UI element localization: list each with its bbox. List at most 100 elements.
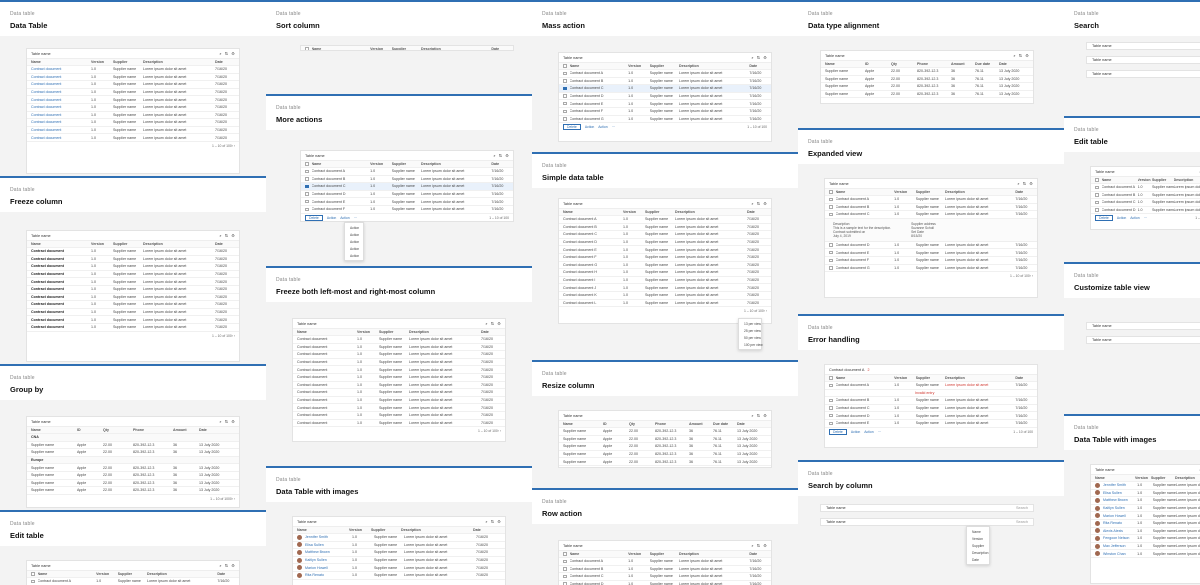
table-row[interactable]: Contract document E 1.0 Supplier name Lorem…	[301, 198, 513, 206]
table-row[interactable]: Contract document C 1.0 Supplier name Lorem…	[825, 405, 1037, 413]
pagination[interactable]: 1 – 10 of 100 ‹ ›	[293, 427, 505, 435]
row-checkbox[interactable]	[829, 205, 833, 209]
row-checkbox[interactable]	[1095, 185, 1099, 190]
search-icon[interactable]: ⌕	[219, 563, 221, 568]
table-row[interactable]: Contract document 1.0 Supplier name Lorem i…	[293, 374, 505, 382]
table-row[interactable]: Contract document C 1.0 Supplier name Lorem…	[559, 85, 771, 93]
row-checkbox[interactable]	[305, 169, 309, 174]
search-icon[interactable]: ⌕	[485, 321, 487, 326]
table-row[interactable]: Contract document 1.0 Supplier name Lorem i…	[27, 271, 239, 279]
column-option[interactable]: Description	[967, 549, 989, 556]
search-icon[interactable]: ⌕	[219, 233, 221, 238]
settings-icon[interactable]: ⚙	[231, 233, 235, 238]
table-row[interactable]: Contract document E 1.0 Supplier name Lorem…	[559, 246, 771, 254]
filter-icon[interactable]: ⇅	[757, 413, 761, 418]
search-bar[interactable]: Table name Search	[820, 518, 1034, 526]
menu-item[interactable]: Action	[345, 245, 363, 252]
table-row[interactable]: Contract document K 1.0 Supplier name Lorem…	[559, 292, 771, 300]
search-bar[interactable]: Table name	[1086, 56, 1200, 64]
table-row[interactable]: Supplier name Apple 22.00 820-392-12.3 36 13 …	[27, 472, 239, 480]
table-row[interactable]: Contract document 1.0 Supplier name Lorem i…	[293, 389, 505, 397]
per-view-option[interactable]: 25 per view	[739, 327, 761, 334]
search-icon[interactable]: ⌕	[219, 51, 221, 56]
table-row[interactable]: Contract document 1.0 Supplier name Lorem i…	[27, 294, 239, 302]
table-row[interactable]: Contract document 1.0 Supplier name Lorem i…	[293, 420, 505, 428]
row-checkbox[interactable]	[563, 94, 567, 98]
search-input[interactable]: Search	[1016, 520, 1028, 524]
table-row[interactable]: Contract document 1.0 Supplier name Lorem i…	[293, 344, 505, 352]
row-checkbox[interactable]	[305, 184, 309, 189]
table-row[interactable]: Contract document C 1.0 Supplier name Lorem…	[1091, 199, 1200, 207]
table-row[interactable]: Contract document F 1.0 Supplier name Lorem…	[825, 257, 1037, 265]
table-header-bar[interactable]: Table name	[1086, 336, 1200, 344]
table-row[interactable]: Contract document C 1.0 Supplier name Lorem…	[559, 231, 771, 239]
row-checkbox[interactable]	[31, 579, 35, 584]
table-row[interactable]: Elisa Sullen 1.0 Supplier name Lorem ipsum …	[1091, 490, 1200, 498]
row-checkbox[interactable]	[31, 572, 35, 576]
per-view-option[interactable]: 13 per view	[739, 320, 761, 327]
table-row[interactable]: Contract document 1.0 Supplier name Lorem i…	[27, 134, 239, 142]
row-checkbox[interactable]	[829, 376, 833, 380]
table-row[interactable]: Rita Renato 1.0 Supplier name Lorem ipsum d…	[293, 572, 505, 580]
row-checkbox[interactable]	[305, 177, 309, 181]
table-row[interactable]: Contract document C 1.0 Supplier name Lorem…	[559, 573, 771, 581]
column-option[interactable]: Version	[967, 535, 989, 542]
action-button[interactable]: Action	[327, 216, 336, 220]
action-button[interactable]: Action	[1130, 216, 1139, 220]
row-checkbox[interactable]	[1095, 178, 1099, 182]
search-bar[interactable]: Table name Search	[820, 504, 1034, 512]
table-row[interactable]: Supplier name Apple 22.00 820-392-12.3 36 76.…	[559, 443, 771, 451]
page-arrows-icon[interactable]: ‹ ›	[232, 497, 235, 501]
search-icon[interactable]: ⌕	[219, 419, 221, 424]
table-row[interactable]: Max Jefferson 1.0 Supplier name Lorem ipsum…	[1091, 543, 1200, 551]
table-row[interactable]: Contract document D 1.0 Supplier name Lorem…	[559, 581, 771, 585]
row-checkbox[interactable]	[305, 207, 309, 212]
table-row[interactable]: Contract document A 1.0 Supplier name Lorem…	[301, 168, 513, 176]
action-button[interactable]: Action	[585, 125, 594, 129]
table-row[interactable]: Contract document A 1.0 Supplier name Lorem…	[825, 382, 1037, 390]
settings-icon[interactable]: ⚙	[231, 563, 235, 568]
row-checkbox[interactable]	[563, 64, 567, 68]
table-row[interactable]: Contract document B 1.0 Supplier name Lorem…	[559, 78, 771, 86]
pagination[interactable]: 1 – 10 of 100 ‹ ›	[27, 142, 239, 150]
table-row[interactable]: Fengoon Nelson 1.0 Supplier name Lorem ipsu…	[1091, 535, 1200, 543]
row-checkbox[interactable]	[305, 47, 309, 50]
table-row[interactable]: Contract document 1.0 Supplier name Lorem i…	[27, 278, 239, 286]
table-row[interactable]: Jennifer Smith 1.0 Supplier name Lorem ipsu…	[293, 534, 505, 542]
row-checkbox[interactable]	[305, 199, 309, 204]
row-checkbox[interactable]	[829, 212, 833, 217]
table-row[interactable]: Supplier name Apple 22.00 820-392-12.3 36 13 …	[27, 464, 239, 472]
table-row[interactable]: Supplier name Apple 22.00 820-392-12.3 36 76.…	[559, 428, 771, 436]
search-icon[interactable]: ⌕	[751, 201, 753, 206]
row-checkbox[interactable]	[563, 552, 567, 556]
more-button[interactable]: ···	[612, 125, 615, 129]
per-view-option[interactable]: 100 per view	[739, 341, 763, 348]
row-checkbox[interactable]	[829, 243, 833, 247]
table-row[interactable]: Contract document 1.0 Supplier name Lorem i…	[293, 359, 505, 367]
column-option[interactable]: Date	[967, 556, 989, 563]
more-button[interactable]: ···	[1144, 216, 1147, 220]
filter-icon[interactable]: ⇅	[491, 519, 495, 524]
column-option[interactable]: Supplier	[967, 542, 989, 549]
row-checkbox[interactable]	[829, 383, 833, 388]
table-row[interactable]: Elisa Sullen 1.0 Supplier name Lorem ipsum …	[293, 542, 505, 550]
table-row[interactable]: Marion Howell 1.0 Supplier name Lorem ipsum…	[1091, 512, 1200, 520]
row-checkbox[interactable]	[305, 192, 309, 196]
action-button[interactable]: Action	[864, 430, 873, 434]
delete-button[interactable]: Delete	[305, 214, 323, 221]
menu-item[interactable]: Action	[345, 231, 363, 238]
pagination[interactable]: 1 – 10 of 100 ‹ ›	[559, 307, 771, 315]
table-row[interactable]: Contract document 1.0 Supplier name Lorem i…	[27, 127, 239, 135]
search-icon[interactable]: ⌕	[493, 153, 495, 158]
table-row[interactable]: Supplier name Apple 22.00 820-392-12.3 36 13 …	[27, 487, 239, 495]
row-checkbox[interactable]	[829, 421, 833, 426]
table-row[interactable]: Contract document 1.0 Supplier name Lorem i…	[27, 96, 239, 104]
table-row[interactable]: Supplier name Apple 22.00 820-392-12.3 36 13 …	[27, 442, 239, 450]
table-row[interactable]: Contract document 1.0 Supplier name Lorem i…	[27, 112, 239, 120]
row-checkbox[interactable]	[829, 406, 833, 410]
table-row[interactable]: Contract document D 1.0 Supplier name Lorem…	[825, 242, 1037, 250]
per-view-option[interactable]: 50 per view	[739, 334, 761, 341]
table-row[interactable]: Contract document 1.0 Supplier name Lorem i…	[293, 366, 505, 374]
settings-icon[interactable]: ⚙	[763, 201, 767, 206]
table-row[interactable]: Contract document D 1.0 Supplier name Lorem…	[825, 412, 1037, 420]
